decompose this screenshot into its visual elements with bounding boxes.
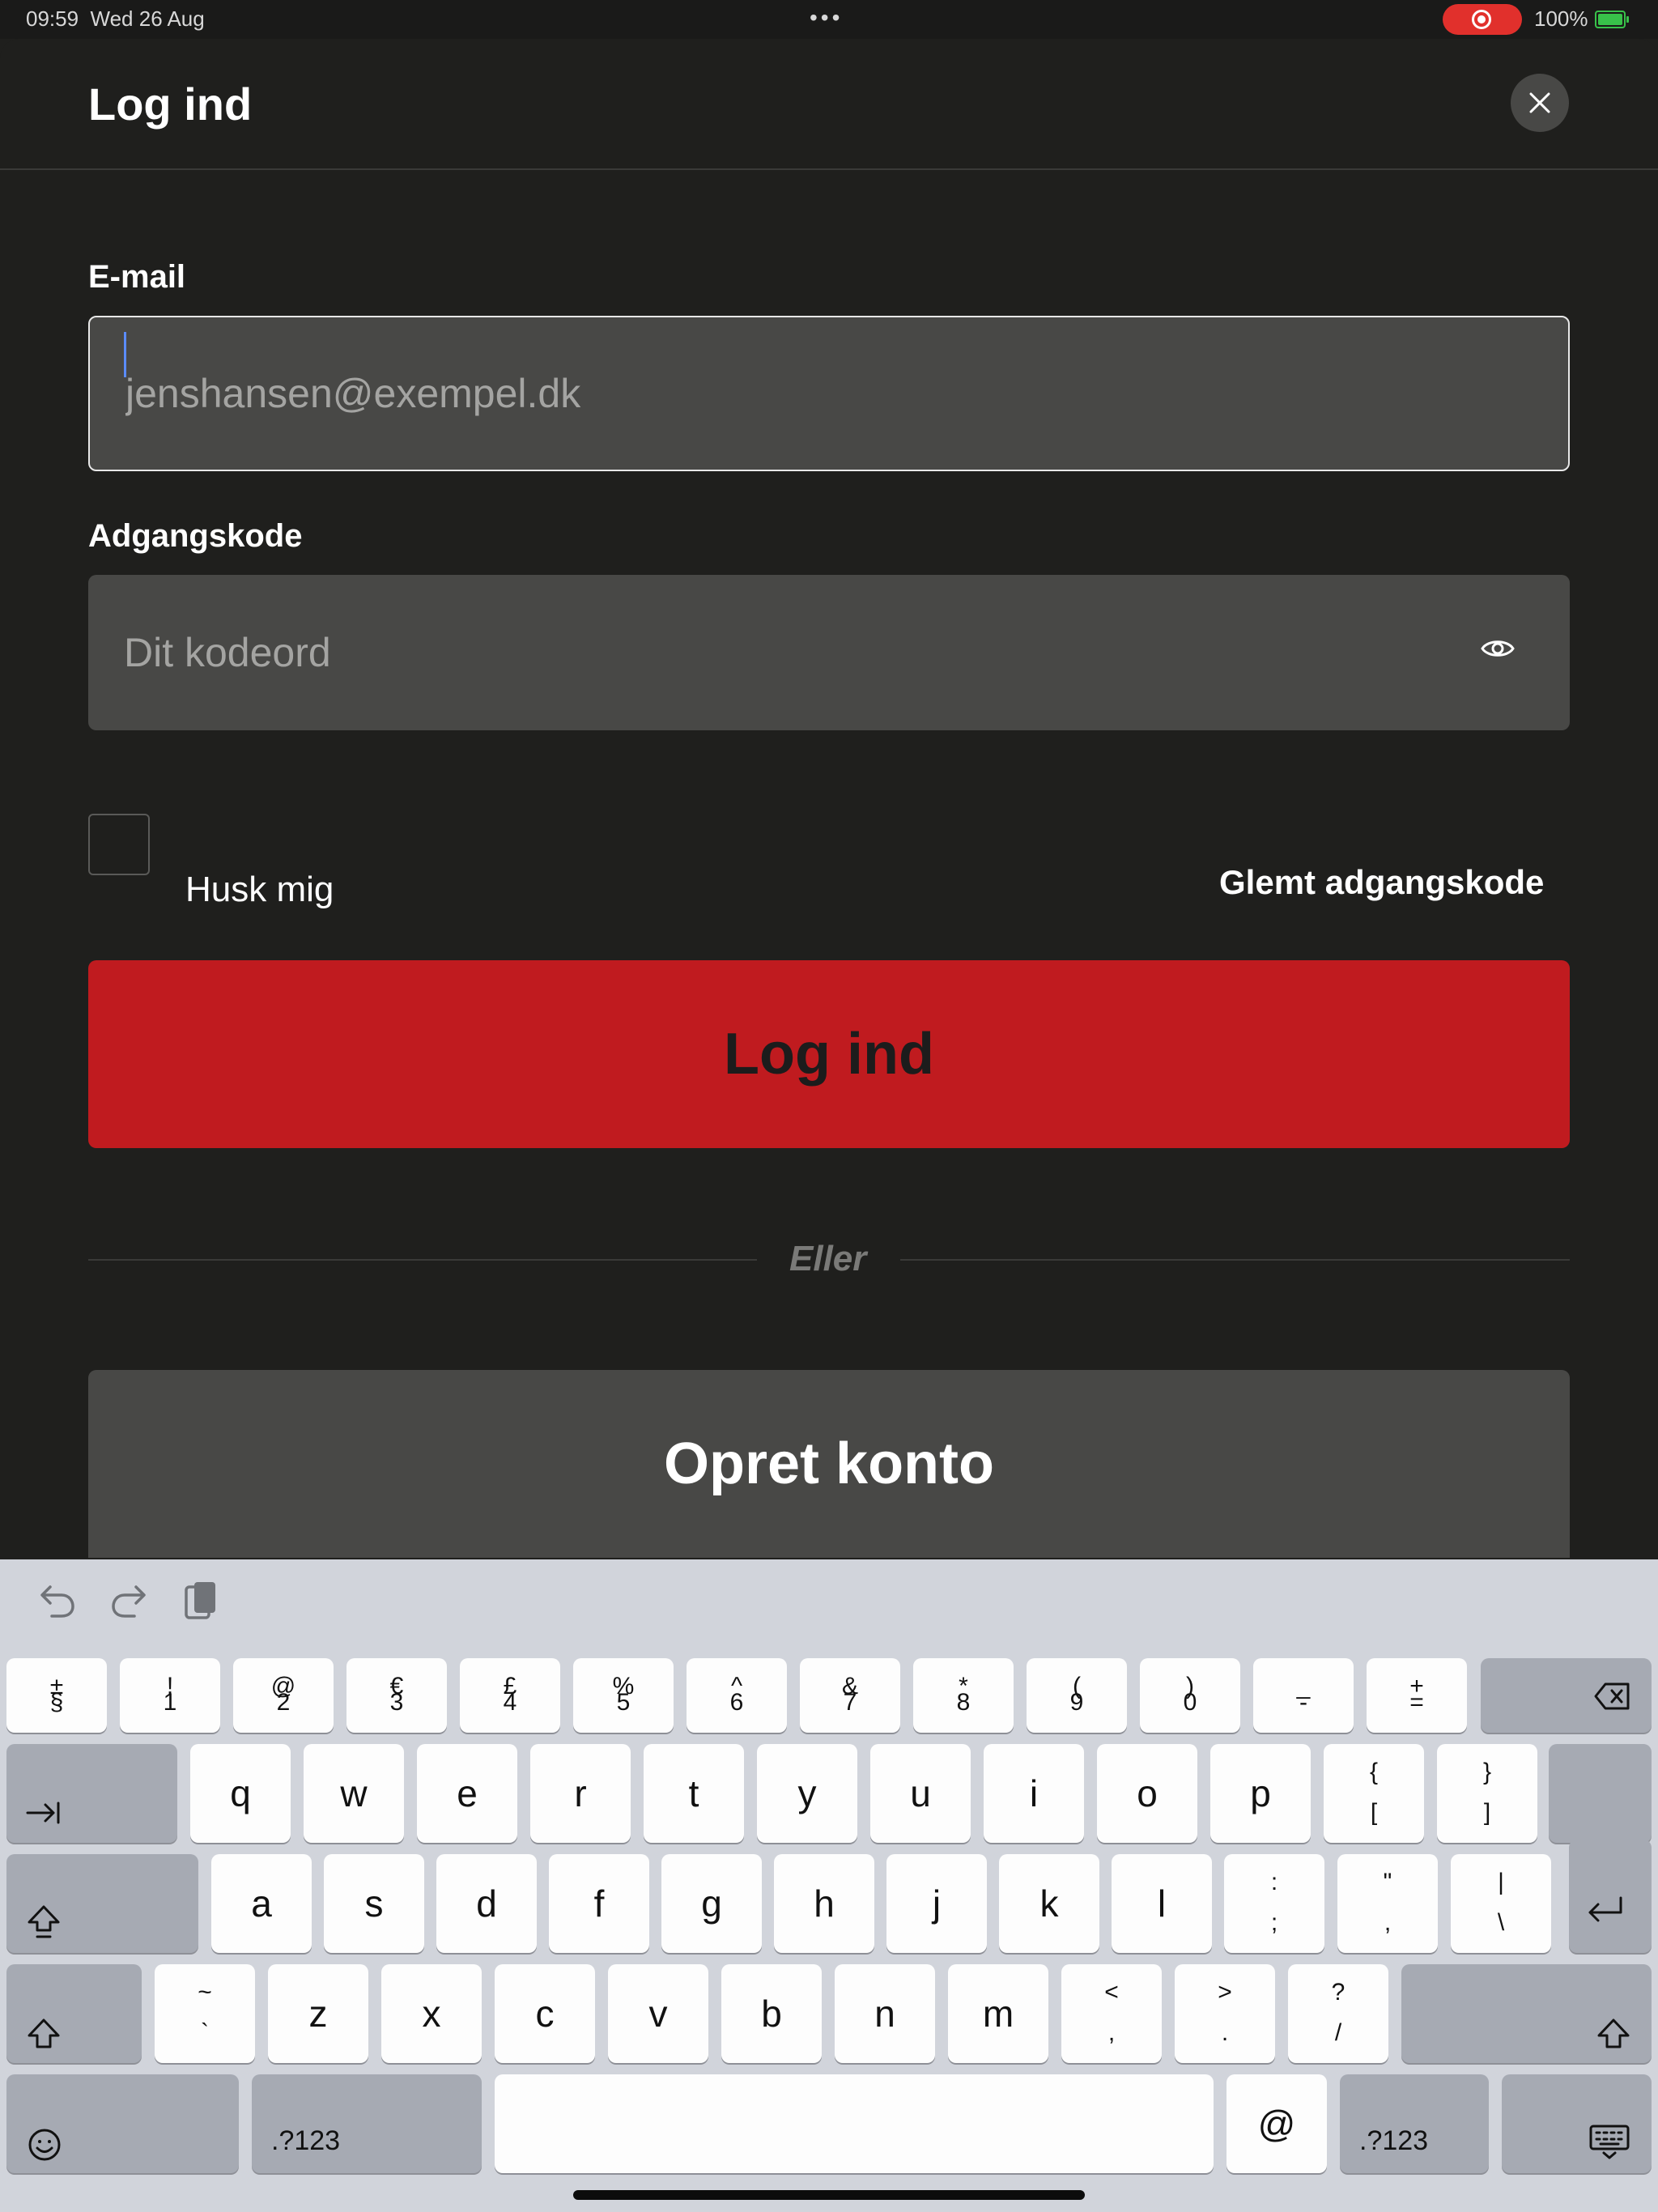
- multitasking-dots-icon[interactable]: •••: [810, 5, 843, 31]
- tab-key[interactable]: [6, 1744, 177, 1843]
- remember-me-label: Husk mig: [185, 870, 334, 909]
- header-divider: [0, 168, 1658, 170]
- forgot-password-link[interactable]: Glemt adgangskode: [1219, 863, 1544, 902]
- key-7[interactable]: & 7: [800, 1658, 900, 1733]
- shift-key-right[interactable]: [1401, 1964, 1652, 2063]
- key-g[interactable]: g: [661, 1854, 762, 1953]
- login-button[interactable]: Log ind: [88, 960, 1570, 1148]
- email-field[interactable]: [88, 316, 1570, 471]
- key-j[interactable]: j: [886, 1854, 987, 1953]
- keyboard-dismiss-icon: [1589, 2125, 1630, 2164]
- page-title: Log ind: [88, 79, 253, 130]
- password-field[interactable]: [88, 575, 1570, 730]
- caps-lock-key[interactable]: [6, 1854, 198, 1953]
- battery-percentage: 100%: [1534, 6, 1588, 31]
- key-6[interactable]: ^ 6: [687, 1658, 787, 1733]
- key-s[interactable]: s: [324, 1854, 424, 1953]
- key-\[interactable]: | \: [1451, 1854, 1551, 1953]
- key-0[interactable]: ) 0: [1140, 1658, 1240, 1733]
- key-5[interactable]: % 5: [573, 1658, 674, 1733]
- key-f[interactable]: f: [549, 1854, 649, 1953]
- redo-icon[interactable]: [110, 1584, 149, 1619]
- login-sheet: Log ind E-mail Adgangskode Husk mig Glem…: [0, 39, 1658, 1561]
- shift-key-left[interactable]: [6, 1964, 142, 2063]
- key-h[interactable]: h: [774, 1854, 874, 1953]
- shift-icon: [1596, 2018, 1631, 2054]
- key-y[interactable]: y: [757, 1744, 857, 1843]
- key-8[interactable]: * 8: [913, 1658, 1014, 1733]
- key-n[interactable]: n: [835, 1964, 935, 2063]
- home-indicator[interactable]: [573, 2190, 1085, 2200]
- key-3[interactable]: €3: [346, 1658, 447, 1733]
- key-9[interactable]: (9: [1027, 1658, 1127, 1733]
- undo-icon[interactable]: [37, 1584, 76, 1619]
- delete-key[interactable]: [1481, 1658, 1652, 1733]
- key-at[interactable]: @: [1226, 2074, 1327, 2173]
- key-;[interactable]: :;: [1224, 1854, 1324, 1953]
- divider-right: [900, 1259, 1570, 1261]
- key-][interactable]: }]: [1437, 1744, 1537, 1843]
- key-i[interactable]: i: [984, 1744, 1084, 1843]
- divider-left: [88, 1259, 757, 1261]
- create-account-button[interactable]: Opret konto: [88, 1370, 1570, 1558]
- show-password-button[interactable]: [1480, 636, 1516, 665]
- key-k[interactable]: k: [999, 1854, 1099, 1953]
- key-a[interactable]: a: [211, 1854, 312, 1953]
- caps-lock-icon: [26, 1904, 62, 1944]
- key-t[interactable]: t: [644, 1744, 744, 1843]
- close-button[interactable]: [1511, 74, 1569, 132]
- key-z[interactable]: z: [268, 1964, 368, 2063]
- key-m[interactable]: m: [948, 1964, 1048, 2063]
- status-bar: 09:59 Wed 26 Aug ••• 100%: [0, 0, 1658, 39]
- key-period[interactable]: >.: [1175, 1964, 1275, 2063]
- key-v[interactable]: v: [608, 1964, 708, 2063]
- key-e[interactable]: e: [417, 1744, 517, 1843]
- key-quote[interactable]: ",: [1337, 1854, 1438, 1953]
- key-backtick[interactable]: ~ `: [155, 1964, 255, 2063]
- key-4[interactable]: £4: [460, 1658, 560, 1733]
- numbers-key-right[interactable]: .?123: [1340, 2074, 1489, 2173]
- password-label: Adgangskode: [88, 518, 303, 554]
- key-x[interactable]: x: [381, 1964, 482, 2063]
- numbers-key-left[interactable]: .?123: [252, 2074, 482, 2173]
- key-slash[interactable]: ? /: [1288, 1964, 1388, 2063]
- emoji-icon: [28, 2128, 62, 2166]
- or-divider-label: Eller: [789, 1239, 867, 1278]
- tab-icon: [26, 1801, 62, 1829]
- shift-icon: [26, 2018, 62, 2054]
- key-2[interactable]: @2: [233, 1658, 334, 1733]
- remember-me-checkbox[interactable]: [88, 814, 150, 875]
- key-comma[interactable]: <,: [1061, 1964, 1162, 2063]
- key-q[interactable]: q: [190, 1744, 291, 1843]
- key-=[interactable]: + =: [1367, 1658, 1467, 1733]
- return-key-top[interactable]: [1549, 1744, 1652, 1843]
- key-b[interactable]: b: [721, 1964, 822, 2063]
- backspace-icon: [1594, 1682, 1631, 1714]
- status-time: 09:59 Wed 26 Aug: [26, 6, 205, 31]
- paste-icon[interactable]: [183, 1580, 219, 1623]
- screen-recording-icon[interactable]: [1443, 4, 1522, 35]
- text-caret: [124, 332, 126, 377]
- key-p[interactable]: p: [1210, 1744, 1311, 1843]
- key-o[interactable]: o: [1097, 1744, 1197, 1843]
- key--[interactable]: _ -: [1253, 1658, 1354, 1733]
- key-[[interactable]: {[: [1324, 1744, 1424, 1843]
- eye-icon: [1481, 640, 1515, 657]
- key-u[interactable]: u: [870, 1744, 971, 1843]
- space-bar[interactable]: [495, 2074, 1214, 2173]
- battery-icon: [1595, 11, 1629, 28]
- dismiss-keyboard-key[interactable]: [1502, 2074, 1652, 2173]
- return-icon: [1587, 1896, 1624, 1928]
- key-c[interactable]: c: [495, 1964, 595, 2063]
- email-label: E-mail: [88, 259, 186, 295]
- key-r[interactable]: r: [530, 1744, 631, 1843]
- return-key[interactable]: [1569, 1840, 1652, 1953]
- key-w[interactable]: w: [304, 1744, 404, 1843]
- key-1[interactable]: ! 1: [120, 1658, 220, 1733]
- close-icon: [1529, 92, 1550, 113]
- key-§[interactable]: ± §: [6, 1658, 107, 1733]
- emoji-key[interactable]: [6, 2074, 239, 2173]
- key-d[interactable]: d: [436, 1854, 537, 1953]
- key-l[interactable]: l: [1112, 1854, 1212, 1953]
